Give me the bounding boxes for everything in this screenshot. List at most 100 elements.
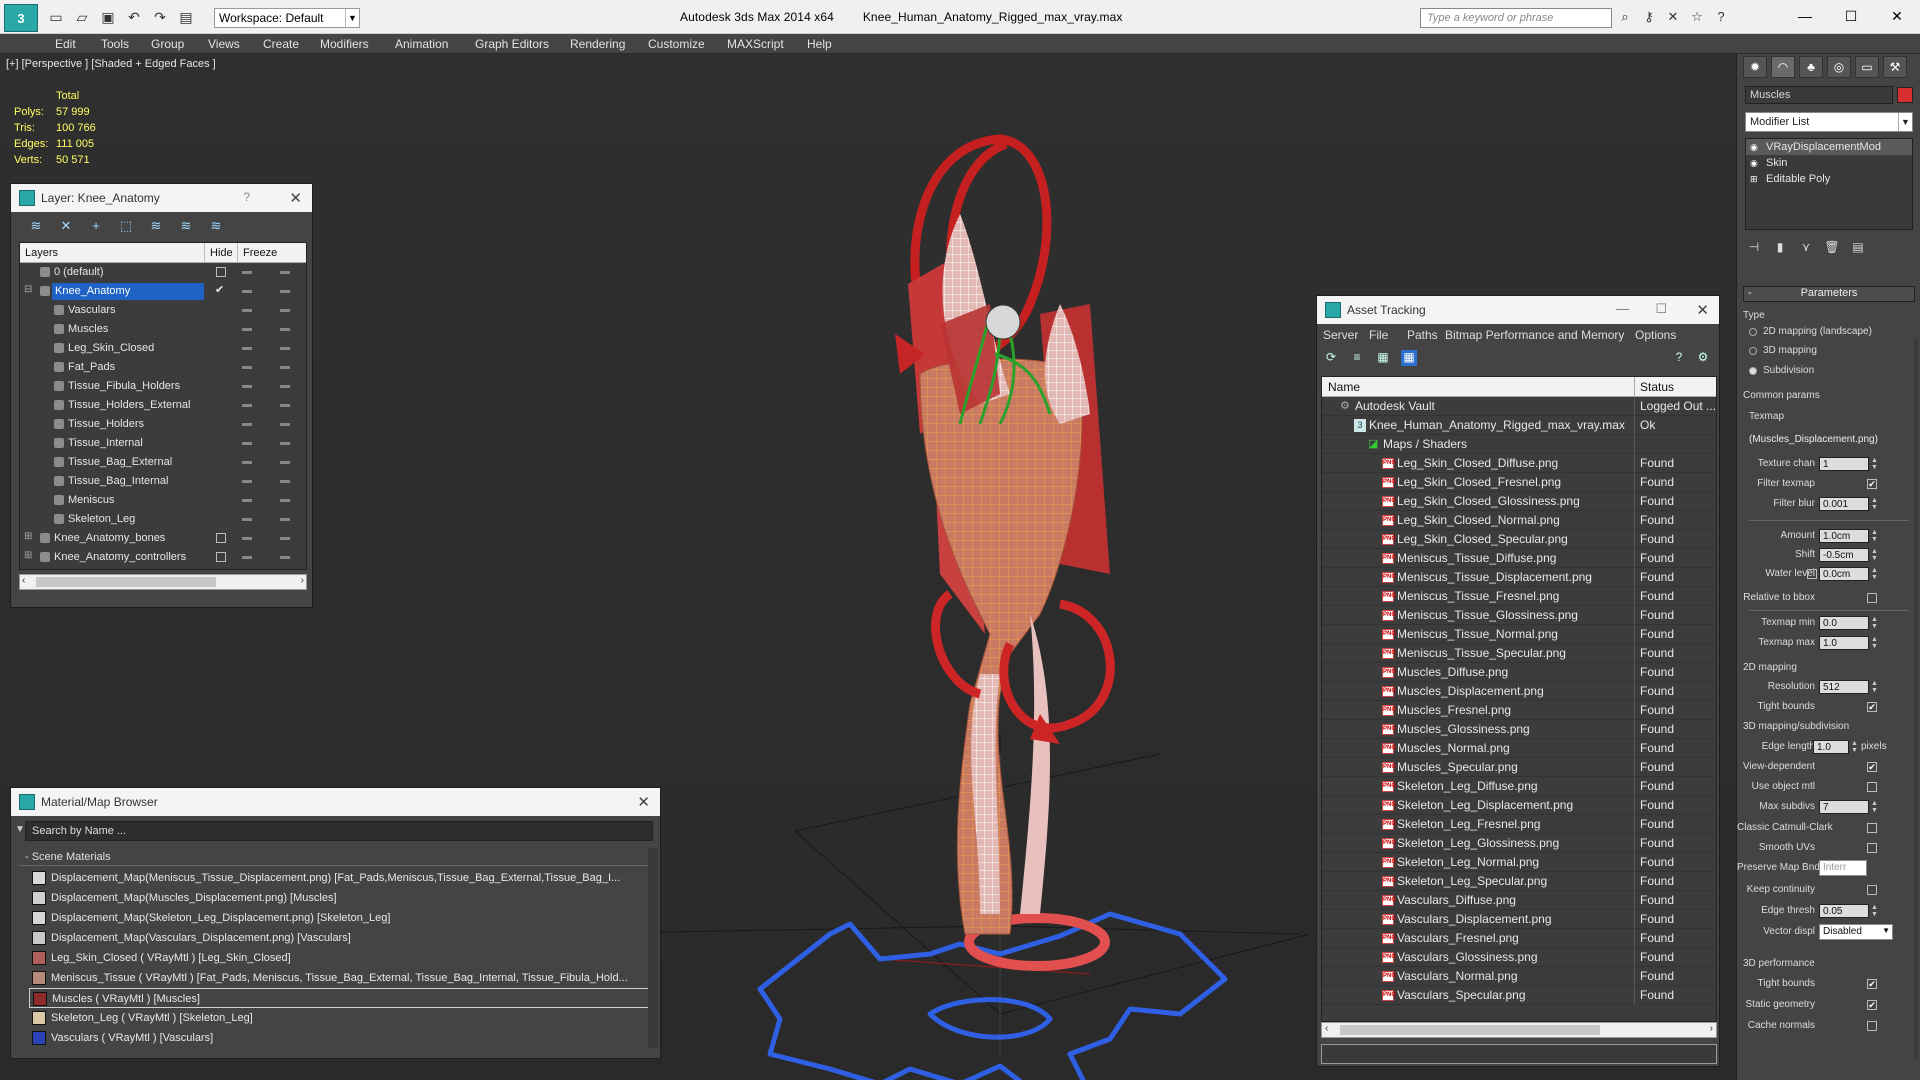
menu-views[interactable]: Views <box>208 37 240 51</box>
layer-row[interactable]: ⊞ Knee_Anatomy_controllers ▬ ▬ <box>20 548 306 567</box>
modifier-stack-item[interactable]: ⊞ Editable Poly <box>1746 171 1912 187</box>
texmap-min-spinner[interactable]: 0.0 <box>1819 616 1869 630</box>
asset-row[interactable]: PNG Vasculars_Displacement.png Found <box>1322 910 1716 929</box>
close-icon[interactable]: ✕ <box>1696 301 1709 319</box>
current-layer-checkbox[interactable] <box>216 533 226 543</box>
freeze-toggle-icon[interactable]: ▬ <box>280 494 290 505</box>
search-input[interactable]: Type a keyword or phrase <box>1420 8 1612 28</box>
layer-manager-window[interactable]: Layer: Knee_Anatomy ? ✕ ≋ ✕ + ⬚ ≋ ≋ ≋ La… <box>10 183 313 608</box>
hide-all-icon[interactable]: ≋ <box>177 218 195 234</box>
material-row[interactable]: Displacement_Map(Vasculars_Displacement.… <box>29 928 653 948</box>
material-search-input[interactable]: Search by Name ... <box>25 821 653 841</box>
spinner-arrows-icon[interactable]: ▲ ▼ <box>1871 680 1878 694</box>
close-icon[interactable]: ✕ <box>289 189 302 207</box>
freeze-toggle-icon[interactable]: ▬ <box>280 361 290 372</box>
material-row[interactable]: Vasculars ( VRayMtl ) [Vasculars] <box>29 1028 653 1048</box>
chevron-right-icon[interactable]: › <box>1710 1023 1713 1034</box>
thumbnail-view-icon[interactable]: ▦ <box>1375 350 1391 366</box>
perf-tight-bounds-checkbox[interactable]: ✔ <box>1867 979 1877 989</box>
layer-horizontal-scrollbar[interactable]: ‹ › <box>19 574 307 590</box>
layer-row[interactable]: Tissue_Holders_External ▬ ▬ <box>20 396 306 415</box>
use-object-mtl-checkbox[interactable] <box>1867 782 1877 792</box>
layer-row[interactable]: Fat_Pads ▬ ▬ <box>20 358 306 377</box>
asset-menu-paths[interactable]: Paths <box>1407 328 1438 342</box>
texmap-max-spinner[interactable]: 1.0 <box>1819 636 1869 650</box>
tight-bounds-checkbox[interactable]: ✔ <box>1867 702 1877 712</box>
asset-row[interactable]: PNG Muscles_Displacement.png Found <box>1322 682 1716 701</box>
texture-chan-spinner[interactable]: 1 <box>1819 457 1869 471</box>
filter-blur-spinner[interactable]: 0.001 <box>1819 497 1869 511</box>
keep-continuity-checkbox[interactable] <box>1867 885 1877 895</box>
current-layer-check[interactable]: ✔ <box>215 283 224 296</box>
freeze-toggle-icon[interactable]: ▬ <box>280 437 290 448</box>
current-layer-checkbox[interactable] <box>216 552 226 562</box>
workspace-dropdown[interactable]: Workspace: Default ▼ <box>214 8 360 28</box>
asset-row[interactable]: PNG Skeleton_Leg_Normal.png Found <box>1322 853 1716 872</box>
vector-displ-dropdown[interactable]: Disabled ▼ <box>1819 924 1893 940</box>
modifier-stack-item[interactable]: ◉ VRayDisplacementMod <box>1746 139 1912 155</box>
expand-icon[interactable]: ⊞ <box>24 531 32 542</box>
asset-tracking-window[interactable]: Asset Tracking — ☐ ✕ Server File Paths Bitm… <box>1316 295 1720 1067</box>
asset-row[interactable]: PNG Leg_Skin_Closed_Fresnel.png Found <box>1322 473 1716 492</box>
chevron-left-icon[interactable]: ‹ <box>22 575 25 586</box>
add-to-layer-icon[interactable]: + <box>87 218 105 234</box>
material-row[interactable]: Displacement_Map(Muscles_Displacement.pn… <box>29 888 653 908</box>
type-radio[interactable] <box>1749 328 1757 336</box>
asset-row[interactable]: PNG Muscles_Fresnel.png Found <box>1322 701 1716 720</box>
asset-row[interactable]: PNG Skeleton_Leg_Specular.png Found <box>1322 872 1716 891</box>
select-in-layer-icon[interactable]: ⬚ <box>117 218 135 234</box>
menu-maxscript[interactable]: MAXScript <box>727 37 784 51</box>
col-status[interactable]: Status <box>1640 380 1674 394</box>
menu-graph-editors[interactable]: Graph Editors <box>475 37 549 51</box>
settings-icon[interactable]: ⚙ <box>1695 350 1711 366</box>
modifier-stack-item[interactable]: ◉ Skin <box>1746 155 1912 171</box>
asset-tracking-titlebar[interactable]: Asset Tracking — ☐ ✕ <box>1317 296 1719 324</box>
asset-row[interactable]: PNG Leg_Skin_Closed_Specular.png Found <box>1322 530 1716 549</box>
spinner-arrows-icon[interactable]: ▲ ▼ <box>1871 529 1878 543</box>
asset-row[interactable]: PNG Skeleton_Leg_Fresnel.png Found <box>1322 815 1716 834</box>
parameters-rollout[interactable]: - Parameters <box>1743 286 1915 302</box>
menu-tools[interactable]: Tools <box>101 37 129 51</box>
expand-icon[interactable]: ⊞ <box>1750 174 1760 184</box>
hide-toggle-icon[interactable]: ▬ <box>242 475 252 486</box>
material-row[interactable]: Displacement_Map(Meniscus_Tissue_Displac… <box>29 868 653 888</box>
asset-row[interactable]: PNG Meniscus_Tissue_Glossiness.png Found <box>1322 606 1716 625</box>
material-row[interactable]: Meniscus_Tissue ( VRayMtl ) [Fat_Pads, M… <box>29 968 653 988</box>
material-row[interactable]: Muscles ( VRayMtl ) [Muscles] <box>29 988 653 1008</box>
hide-toggle-icon[interactable]: ▬ <box>242 342 252 353</box>
material-row[interactable]: Displacement_Map(Skeleton_Leg_Displaceme… <box>29 908 653 928</box>
asset-row[interactable]: PNG Leg_Skin_Closed_Normal.png Found <box>1322 511 1716 530</box>
hide-toggle-icon[interactable]: ▬ <box>242 323 252 334</box>
asset-row[interactable]: PNG Vasculars_Specular.png Found <box>1322 986 1716 1005</box>
asset-row[interactable]: PNG Meniscus_Tissue_Displacement.png Found <box>1322 568 1716 587</box>
type-radio[interactable] <box>1749 347 1757 355</box>
menu-edit[interactable]: Edit <box>55 37 76 51</box>
asset-row[interactable]: PNG Muscles_Diffuse.png Found <box>1322 663 1716 682</box>
freeze-toggle-icon[interactable]: ▬ <box>280 285 290 296</box>
view-dependent-checkbox[interactable]: ✔ <box>1867 762 1877 772</box>
hide-toggle-icon[interactable]: ▬ <box>242 361 252 372</box>
object-name-field[interactable]: Muscles <box>1745 86 1893 104</box>
minimize-icon[interactable]: — <box>1616 301 1629 316</box>
close-icon[interactable]: ✕ <box>637 793 650 811</box>
static-geometry-checkbox[interactable]: ✔ <box>1867 1000 1877 1010</box>
material-row[interactable]: Leg_Skin_Closed ( VRayMtl ) [Leg_Skin_Cl… <box>29 948 653 968</box>
hide-toggle-icon[interactable]: ▬ <box>242 418 252 429</box>
cache-normals-checkbox[interactable] <box>1867 1021 1877 1031</box>
preserve-map-dropdown[interactable]: Interr <box>1819 860 1867 876</box>
asset-row[interactable]: PNG Skeleton_Leg_Glossiness.png Found <box>1322 834 1716 853</box>
menu-rendering[interactable]: Rendering <box>570 37 625 51</box>
maximize-icon[interactable]: ☐ <box>1655 301 1667 317</box>
freeze-toggle-icon[interactable]: ▬ <box>280 380 290 391</box>
spinner-arrows-icon[interactable]: ▲ ▼ <box>1851 740 1858 754</box>
favorites-icon[interactable]: ☆ <box>1688 9 1706 27</box>
freeze-toggle-icon[interactable]: ▬ <box>280 475 290 486</box>
binoculars-icon[interactable]: ⌕ <box>1616 9 1634 27</box>
asset-row[interactable]: PNG Vasculars_Fresnel.png Found <box>1322 929 1716 948</box>
table-view-icon[interactable]: ▦ <box>1401 350 1417 366</box>
layer-row[interactable]: ⊞ Knee_Anatomy_bones ▬ ▬ <box>20 529 306 548</box>
freeze-toggle-icon[interactable]: ▬ <box>280 266 290 277</box>
freeze-toggle-icon[interactable]: ▬ <box>280 399 290 410</box>
catmull-clark-checkbox[interactable] <box>1867 823 1877 833</box>
freeze-toggle-icon[interactable]: ▬ <box>280 532 290 543</box>
